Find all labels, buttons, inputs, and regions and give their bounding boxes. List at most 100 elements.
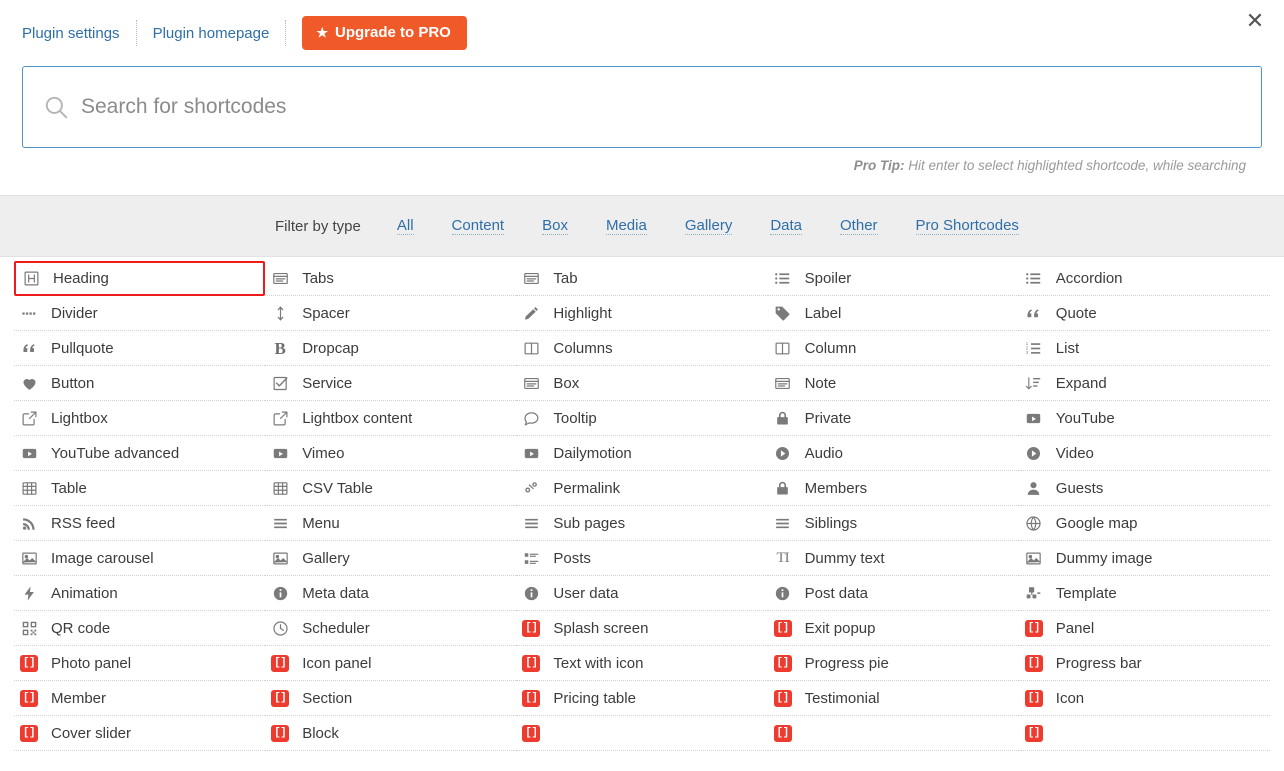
shortcode-item-section[interactable]: [] Section — [265, 681, 517, 716]
shortcode-item-meta-data[interactable]: Meta data — [265, 576, 517, 611]
shortcode-item-columns[interactable]: Columns — [516, 331, 768, 366]
shortcode-item-permalink[interactable]: Permalink — [516, 471, 768, 506]
shortcode-item-template[interactable]: Template — [1018, 576, 1270, 611]
plugin-homepage-link[interactable]: Plugin homepage — [153, 25, 270, 42]
shortcode-item-service[interactable]: Service — [265, 366, 517, 401]
shortcode-item-icon[interactable]: [] Icon — [1018, 681, 1270, 716]
shortcode-item-dropcap[interactable]: B Dropcap — [265, 331, 517, 366]
shortcode-label: Lightbox content — [302, 409, 413, 427]
shortcode-item-tooltip[interactable]: Tooltip — [516, 401, 768, 436]
shortcode-item-photo-panel[interactable]: [] Photo panel — [14, 646, 266, 681]
shortcode-item-column[interactable]: Column — [767, 331, 1019, 366]
shortcode-item-icon-panel[interactable]: [] Icon panel — [265, 646, 517, 681]
filter-option-content[interactable]: Content — [451, 217, 505, 235]
shortcode-item-csv-table[interactable]: CSV Table — [265, 471, 517, 506]
shortcode-label: Testimonial — [804, 689, 880, 707]
shortcode-item-members[interactable]: Members — [767, 471, 1019, 506]
shortcode-item-guests[interactable]: Guests — [1018, 471, 1270, 506]
shortcode-item-exit-popup[interactable]: [] Exit popup — [767, 611, 1019, 646]
shortcode-item-empty[interactable]: [] — [767, 716, 1019, 751]
shortcode-item-spacer[interactable]: Spacer — [265, 296, 517, 331]
shortcode-item-highlight[interactable]: Highlight — [516, 296, 768, 331]
shortcode-item-rss-feed[interactable]: RSS feed — [14, 506, 266, 541]
shortcode-item-splash-screen[interactable]: [] Splash screen — [516, 611, 768, 646]
shortcode-item-vimeo[interactable]: Vimeo — [265, 436, 517, 471]
search-input[interactable] — [23, 67, 1261, 147]
shortcode-item-youtube[interactable]: YouTube — [1018, 401, 1270, 436]
shortcode-item-qr-code[interactable]: QR code — [14, 611, 266, 646]
shortcode-label: Dummy text — [804, 549, 885, 567]
clock-icon — [271, 619, 289, 637]
shortcode-item-lightbox-content[interactable]: Lightbox content — [265, 401, 517, 436]
upgrade-to-pro-button[interactable]: ★ Upgrade to PRO — [302, 16, 467, 50]
filter-option-media[interactable]: Media — [605, 217, 647, 235]
shortcode-item-animation[interactable]: Animation — [14, 576, 266, 611]
shortcode-item-progress-bar[interactable]: [] Progress bar — [1018, 646, 1270, 681]
shortcode-label: Lightbox — [51, 409, 108, 427]
shortcode-pro-icon: [] — [522, 654, 541, 672]
shortcode-item-youtube-advanced[interactable]: YouTube advanced — [14, 436, 266, 471]
filter-option-box[interactable]: Box — [542, 217, 568, 235]
shortcode-pro-icon: [] — [522, 689, 541, 707]
shortcode-item-video[interactable]: Video — [1018, 436, 1270, 471]
search-box[interactable] — [22, 66, 1262, 148]
shortcode-item-table[interactable]: Table — [14, 471, 266, 506]
shortcode-item-dummy-image[interactable]: Dummy image — [1018, 541, 1270, 576]
shortcode-item-block[interactable]: [] Block — [265, 716, 517, 751]
shortcode-label: Icon — [1055, 689, 1085, 707]
shortcode-item-cover-slider[interactable]: [] Cover slider — [14, 716, 266, 751]
shortcode-item-gallery[interactable]: Gallery — [265, 541, 517, 576]
shortcode-label: Service — [302, 374, 353, 392]
shortcode-item-siblings[interactable]: Siblings — [767, 506, 1019, 541]
shortcode-item-button[interactable]: Button — [14, 366, 266, 401]
shortcode-item-panel[interactable]: [] Panel — [1018, 611, 1270, 646]
shortcode-item-spoiler[interactable]: Spoiler — [767, 261, 1019, 296]
shortcode-item-label[interactable]: Label — [767, 296, 1019, 331]
filter-option-gallery[interactable]: Gallery — [684, 217, 733, 235]
shortcode-item-quote[interactable]: Quote — [1018, 296, 1270, 331]
shortcode-item-lightbox[interactable]: Lightbox — [14, 401, 266, 436]
shortcode-item-scheduler[interactable]: Scheduler — [265, 611, 517, 646]
svg-text:3: 3 — [1026, 350, 1029, 355]
hamburger-icon — [522, 514, 540, 532]
shortcode-item-image-carousel[interactable]: Image carousel — [14, 541, 266, 576]
shortcode-item-private[interactable]: Private — [767, 401, 1019, 436]
shortcode-item-text-with-icon[interactable]: [] Text with icon — [516, 646, 768, 681]
close-icon[interactable]: ✕ — [1238, 4, 1272, 38]
shortcode-item-user-data[interactable]: User data — [516, 576, 768, 611]
shortcode-item-dailymotion[interactable]: Dailymotion — [516, 436, 768, 471]
columns-icon — [522, 339, 540, 357]
plugin-settings-link[interactable]: Plugin settings — [22, 25, 120, 42]
shortcode-item-empty[interactable]: [] — [516, 716, 768, 751]
shortcode-item-expand[interactable]: Expand — [1018, 366, 1270, 401]
shortcode-item-sub-pages[interactable]: Sub pages — [516, 506, 768, 541]
shortcode-item-pricing-table[interactable]: [] Pricing table — [516, 681, 768, 716]
shortcode-item-note[interactable]: Note — [767, 366, 1019, 401]
shortcode-item-empty[interactable]: [] — [1018, 716, 1270, 751]
shortcode-item-heading[interactable]: Heading — [14, 261, 266, 296]
shortcode-item-member[interactable]: [] Member — [14, 681, 266, 716]
shortcode-pro-icon: [] — [1024, 654, 1043, 672]
filter-option-data[interactable]: Data — [770, 217, 803, 235]
shortcode-item-audio[interactable]: Audio — [767, 436, 1019, 471]
shortcode-item-dummy-text[interactable]: TI Dummy text — [767, 541, 1019, 576]
shortcode-item-accordion[interactable]: Accordion — [1018, 261, 1270, 296]
shortcode-item-menu[interactable]: Menu — [265, 506, 517, 541]
shortcode-item-tabs[interactable]: Tabs — [265, 261, 517, 296]
shortcode-item-box[interactable]: Box — [516, 366, 768, 401]
shortcode-pro-icon: [] — [20, 654, 38, 672]
filter-option-other[interactable]: Other — [840, 217, 878, 235]
shortcode-item-pullquote[interactable]: Pullquote — [14, 331, 266, 366]
filter-option-pro-shortcodes[interactable]: Pro Shortcodes — [915, 217, 1019, 235]
shortcode-item-testimonial[interactable]: [] Testimonial — [767, 681, 1019, 716]
hamburger-icon — [271, 514, 289, 532]
shortcode-item-posts[interactable]: Posts — [516, 541, 768, 576]
shortcode-item-tab[interactable]: Tab — [516, 261, 768, 296]
shortcode-item-google-map[interactable]: Google map — [1018, 506, 1270, 541]
shortcode-item-progress-pie[interactable]: [] Progress pie — [767, 646, 1019, 681]
filter-option-all[interactable]: All — [396, 217, 414, 235]
shortcode-label: Column — [804, 339, 857, 357]
shortcode-item-list[interactable]: 1 2 3 List — [1018, 331, 1270, 366]
shortcode-item-post-data[interactable]: Post data — [767, 576, 1019, 611]
shortcode-item-divider[interactable]: Divider — [14, 296, 266, 331]
